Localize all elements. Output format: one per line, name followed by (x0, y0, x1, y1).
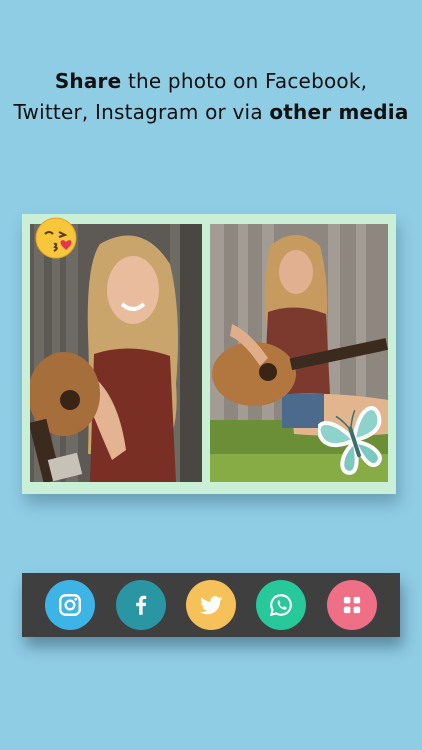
whatsapp-share-button[interactable] (256, 580, 306, 630)
facebook-icon (136, 595, 147, 615)
whatsapp-icon (269, 594, 292, 617)
headline-line-2: Twitter, Instagram or via other media (0, 97, 422, 128)
instagram-icon (59, 594, 81, 616)
collage-photo-left (30, 224, 202, 482)
headline-text-1: the photo on Facebook, (121, 69, 368, 93)
kiss-emoji-icon[interactable] (34, 216, 78, 260)
headline-line-1: Share the photo on Facebook, (0, 66, 422, 97)
headline-bold-share: Share (54, 69, 122, 93)
share-instructions: Share the photo on Facebook, Twitter, In… (0, 66, 422, 128)
headline-bold-other-media: other media (269, 100, 409, 124)
twitter-icon (200, 596, 223, 615)
butterfly-icon[interactable] (316, 400, 390, 480)
twitter-share-button[interactable] (186, 580, 236, 630)
facebook-share-button[interactable] (116, 580, 166, 630)
share-bar (22, 573, 400, 637)
instagram-share-button[interactable] (45, 580, 95, 630)
more-share-button[interactable] (327, 580, 377, 630)
photo-collage (22, 214, 396, 494)
grid-icon (343, 596, 361, 614)
headline-text-2: Twitter, Instagram or via (13, 100, 270, 124)
